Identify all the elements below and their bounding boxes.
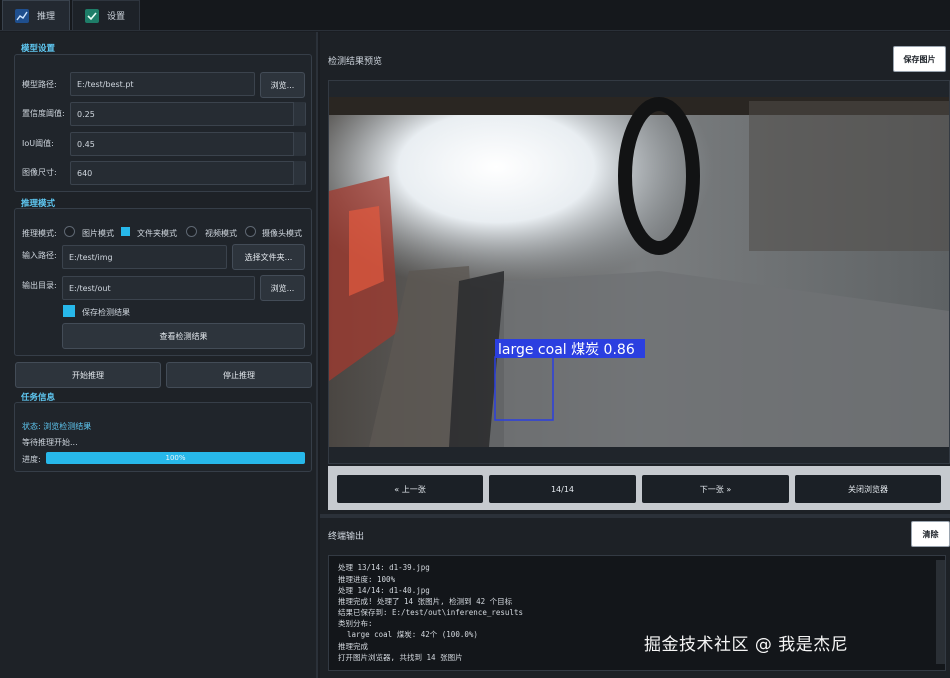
next-image-button[interactable]: 下一张 » xyxy=(642,475,789,503)
preview-frame: large coal 煤炭 0.86 xyxy=(328,80,950,464)
radio-folder-mode-selected[interactable] xyxy=(121,227,130,236)
preview-title: 检测结果预览 xyxy=(328,57,383,67)
clear-button[interactable]: 清除 xyxy=(911,521,950,547)
mode-folder-label: 文件夹模式 xyxy=(137,229,177,238)
model-path-input[interactable]: E:/test/best.pt xyxy=(70,72,255,96)
terminal-output: 处理 13/14: d1-39.jpg 推理进度: 100% 处理 14/14:… xyxy=(328,555,946,671)
output-browse-button[interactable]: 浏览... xyxy=(260,275,305,301)
terminal-scrollbar[interactable] xyxy=(936,560,945,664)
watermark-text: 掘金技术社区 @ 我是杰尼 xyxy=(644,635,849,655)
prev-image-button[interactable]: « 上一张 xyxy=(337,475,483,503)
status-text: 状态: 浏览检测结果 xyxy=(22,422,92,431)
view-results-button[interactable]: 查看检测结果 xyxy=(62,323,305,349)
mode-video-label: 视频模式 xyxy=(205,229,237,238)
input-path-input[interactable]: E:/test/img xyxy=(62,245,227,269)
terminal-line: 推理进度: 100% xyxy=(338,575,396,584)
imgsz-label: 图像尺寸: xyxy=(22,168,57,177)
image-counter: 14/14 xyxy=(489,475,636,503)
conf-label: 置信度阈值: xyxy=(22,109,65,118)
progress-label: 进度: xyxy=(22,455,41,464)
terminal-line: 结果已保存到: E:/test/out\inference_results xyxy=(338,608,523,617)
save-image-button[interactable]: 保存图片 xyxy=(893,46,946,72)
terminal-line: 推理完成! 处理了 14 张图片, 检测到 42 个目标 xyxy=(338,597,513,606)
close-browser-button[interactable]: 关闭浏览器 xyxy=(795,475,941,503)
imgsz-input[interactable]: 640 xyxy=(70,161,306,185)
stop-inference-button[interactable]: 停止推理 xyxy=(166,362,312,388)
conf-spinner[interactable] xyxy=(293,102,305,126)
panel-divider xyxy=(320,514,950,518)
radio-image-mode[interactable] xyxy=(64,226,75,237)
conf-input[interactable]: 0.25 xyxy=(70,102,306,126)
detection-label: large coal 煤炭 0.86 xyxy=(498,342,635,358)
preview-image: large coal 煤炭 0.86 xyxy=(329,97,949,447)
terminal-line: 处理 14/14: d1-40.jpg xyxy=(338,586,430,595)
terminal-line: 类别分布: xyxy=(338,619,373,628)
radio-camera-mode[interactable] xyxy=(245,226,256,237)
chart-icon xyxy=(15,8,29,23)
progress-bar: 100% xyxy=(46,452,305,464)
save-results-label: 保存检测结果 xyxy=(82,308,130,317)
imgsz-spinner[interactable] xyxy=(293,161,305,185)
iou-spinner[interactable] xyxy=(293,132,305,156)
check-icon xyxy=(85,8,99,23)
select-folder-button[interactable]: 选择文件夹... xyxy=(232,244,305,270)
terminal-line: 处理 13/14: d1-39.jpg xyxy=(338,563,430,572)
tab-inference[interactable]: 推理 xyxy=(2,0,70,30)
model-browse-button[interactable]: 浏览... xyxy=(260,72,305,98)
iou-input[interactable]: 0.45 xyxy=(70,132,306,156)
model-settings-title: 模型设置 xyxy=(21,44,56,54)
mode-camera-label: 摄像头模式 xyxy=(262,229,302,238)
terminal-title: 终端输出 xyxy=(328,532,365,542)
terminal-line: large coal 煤炭: 42个 (100.0%) xyxy=(338,630,478,639)
start-inference-button[interactable]: 开始推理 xyxy=(15,362,161,388)
model-path-label: 模型路径: xyxy=(22,80,57,89)
waiting-text: 等待推理开始... xyxy=(22,438,78,447)
terminal-line: 打开图片浏览器, 共找到 14 张图片 xyxy=(338,653,463,662)
mode-image-label: 图片模式 xyxy=(82,229,114,238)
tab-inference-label: 推理 xyxy=(37,12,56,22)
terminal-line: 推理完成 xyxy=(338,642,368,651)
tab-settings[interactable]: 设置 xyxy=(72,0,140,30)
iou-label: IoU阈值: xyxy=(22,139,54,148)
input-path-label: 输入路径: xyxy=(22,251,57,260)
save-results-checkbox[interactable] xyxy=(63,305,75,317)
tab-settings-label: 设置 xyxy=(107,12,126,22)
output-dir-label: 输出目录: xyxy=(22,281,57,290)
output-dir-input[interactable]: E:/test/out xyxy=(62,276,255,300)
mode-label: 推理模式: xyxy=(22,229,57,238)
radio-video-mode[interactable] xyxy=(186,226,197,237)
tab-bar: 推理 设置 xyxy=(0,0,950,31)
